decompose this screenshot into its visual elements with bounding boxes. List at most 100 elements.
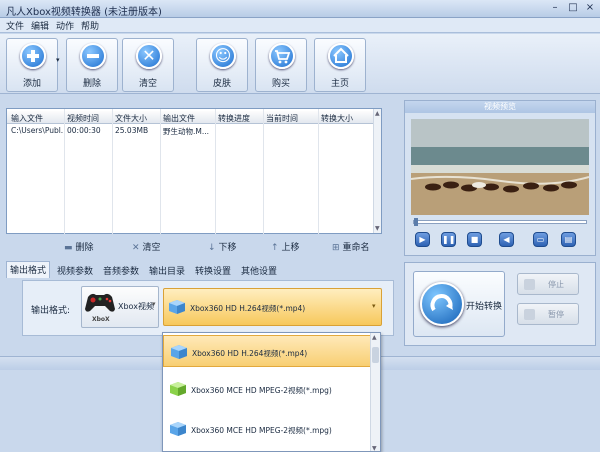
stop-button[interactable]: 停止 [517,273,579,295]
tab-audio-params[interactable]: 音频参数 [100,263,142,278]
tab-other-settings[interactable]: 其他设置 [238,263,280,278]
format-dropdown-arrow-icon: ▾ [372,302,376,310]
pause-button[interactable]: 暂停 [517,303,579,325]
minus-icon [80,43,106,69]
move-up-button[interactable]: ↑ 上移 [271,240,300,253]
tab-video-params[interactable]: 视频参数 [54,263,96,278]
format-option[interactable]: Xbox360 HD H.264视频(*.mp4) [163,335,371,367]
rename-icon: ⊞ [332,243,340,253]
cell-file-size: 25.03MB [115,126,149,135]
selected-format: Xbox360 HD H.264视频(*.mp4) [190,304,306,313]
add-button[interactable]: 添加 [6,38,58,92]
list-action-bar: ▬ 删除 ✕ 清空 ↓ 下移 ↑ 上移 ⊞ 重命名 [6,236,398,258]
format-cube-icon [169,421,187,437]
menu-help[interactable]: 帮助 [81,19,99,32]
buy-label: 购买 [271,79,290,89]
scroll-thumb[interactable] [372,347,379,363]
start-convert-button[interactable]: 开始转换 [413,271,505,337]
table-header: 输入文件 视频时间 文件大小 输出文件 转换进度 当前时间 转换大小 [7,111,375,124]
format-option[interactable]: Xbox360 MCE HD MPEG-2视频(*.mpg) [163,373,371,405]
device-name: Xbox视频 [118,302,154,311]
arrow-up-icon: ↑ [271,243,279,253]
buy-button[interactable]: 购买 [255,38,307,92]
col-video-time[interactable]: 视频时间 [67,113,99,124]
add-dropdown-arrow-icon[interactable]: ▾ [56,56,60,64]
menu-action[interactable]: 动作 [56,19,74,32]
tab-output-format[interactable]: 输出格式 [6,261,51,278]
preview-video [411,119,589,215]
settings-tabs: 输出格式 视频参数 音频参数 输出目录 转换设置 其他设置 [0,261,400,278]
minimize-icon[interactable]: – [548,2,562,15]
col-input-file[interactable]: 输入文件 [11,113,43,124]
format-option[interactable]: Xbox360 MCE HD MPEG-2视频(*.mpg) [163,413,371,445]
list-delete-button[interactable]: ▬ 删除 [64,240,94,253]
tab-convert-settings[interactable]: 转换设置 [192,263,234,278]
preview-seek-slider[interactable] [413,218,587,226]
arrow-down-icon: ↓ [208,243,216,253]
pause-label: 暂停 [548,310,564,319]
menu-file[interactable]: 文件 [6,19,24,32]
tab-output-dir[interactable]: 输出目录 [146,263,188,278]
format-cube-icon [169,381,187,397]
menu-edit[interactable]: 编辑 [31,19,49,32]
clear-button[interactable]: ✕ 清空 [122,38,174,92]
col-current-time[interactable]: 当前时间 [266,113,298,124]
format-cube-icon [170,344,188,360]
rename-button[interactable]: ⊞ 重命名 [332,240,370,253]
start-convert-label: 开始转换 [466,302,503,312]
device-select[interactable]: XboX Xbox视频 ▾ [81,286,159,328]
homepage-label: 主页 [330,79,349,89]
menu-bar: 文件 编辑 动作 帮助 [0,18,600,33]
volume-icon[interactable]: ◀ [499,232,514,247]
preview-title: 视频预览 [405,101,595,113]
col-file-size[interactable]: 文件大小 [115,113,147,124]
cell-video-time: 00:00:30 [67,126,101,135]
delete-label: 删除 [82,79,101,89]
col-progress[interactable]: 转换进度 [218,113,250,124]
output-format-label: 输出格式: [31,306,71,316]
device-dropdown-arrow-icon: ▾ [152,300,156,308]
format-option-label: Xbox360 MCE HD MPEG-2视频(*.mpg) [191,386,332,395]
col-output-file[interactable]: 输出文件 [163,113,195,124]
play-icon[interactable]: ▶ [415,232,430,247]
homepage-button[interactable]: 主页 [314,38,366,92]
skin-button[interactable]: ☺ 皮肤 [196,38,248,92]
col-converted-size[interactable]: 转换大小 [321,113,353,124]
stop-icon[interactable]: ■ [467,232,482,247]
home-icon [328,43,354,69]
move-down-button[interactable]: ↓ 下移 [208,240,237,253]
convert-panel: 开始转换 停止 暂停 [404,262,596,346]
stop-square-icon [524,279,535,290]
output-format-panel: 输出格式: XboX Xbox视频 ▾ Xbox360 HD H.264视频(*… [22,280,394,336]
toolbar: 添加 ▾ 删除 ✕ 清空 ☺ 皮肤 购买 主页 [0,34,600,94]
clear-label: 清空 [138,79,157,89]
format-select[interactable]: Xbox360 HD H.264视频(*.mp4) ▾ [163,288,382,326]
seek-handle[interactable] [414,218,418,226]
open-folder-icon[interactable]: ▤ [561,232,576,247]
scroll-up-icon[interactable]: ▲ [372,334,377,341]
plus-icon [20,43,46,69]
smiley-icon: ☺ [210,43,236,69]
window-title: 凡人Xbox视频转换器 (未注册版本) [6,7,162,18]
scroll-up-icon[interactable]: ▲ [375,110,380,117]
clear-x-icon: ✕ [136,43,162,69]
skin-label: 皮肤 [212,79,231,89]
close-icon[interactable]: × [583,2,597,15]
clear-small-icon: ✕ [132,243,140,253]
file-list-table[interactable]: 输入文件 视频时间 文件大小 输出文件 转换进度 当前时间 转换大小 C:\Us… [6,108,382,234]
snapshot-icon[interactable]: ▭ [533,232,548,247]
delete-button[interactable]: 删除 [66,38,118,92]
device-badge: XboX [92,316,110,323]
list-clear-button[interactable]: ✕ 清空 [132,240,161,253]
pause-icon[interactable]: ❚❚ [441,232,456,247]
maximize-icon[interactable]: □ [566,2,580,15]
minus-small-icon: ▬ [64,243,73,253]
dropdown-scrollbar[interactable]: ▲ ▼ [370,333,380,451]
cell-input-file: C:\Users\Publ... [11,126,63,135]
scroll-down-icon[interactable]: ▼ [375,225,380,232]
convert-arrow-icon [420,282,464,326]
format-dropdown-list[interactable]: Xbox360 HD H.264视频(*.mp4) Xbox360 MCE HD… [162,332,381,452]
title-bar: 凡人Xbox视频转换器 (未注册版本) – □ × [0,0,600,18]
file-list-scrollbar[interactable]: ▲ ▼ [373,109,381,233]
scroll-down-icon[interactable]: ▼ [372,445,377,451]
